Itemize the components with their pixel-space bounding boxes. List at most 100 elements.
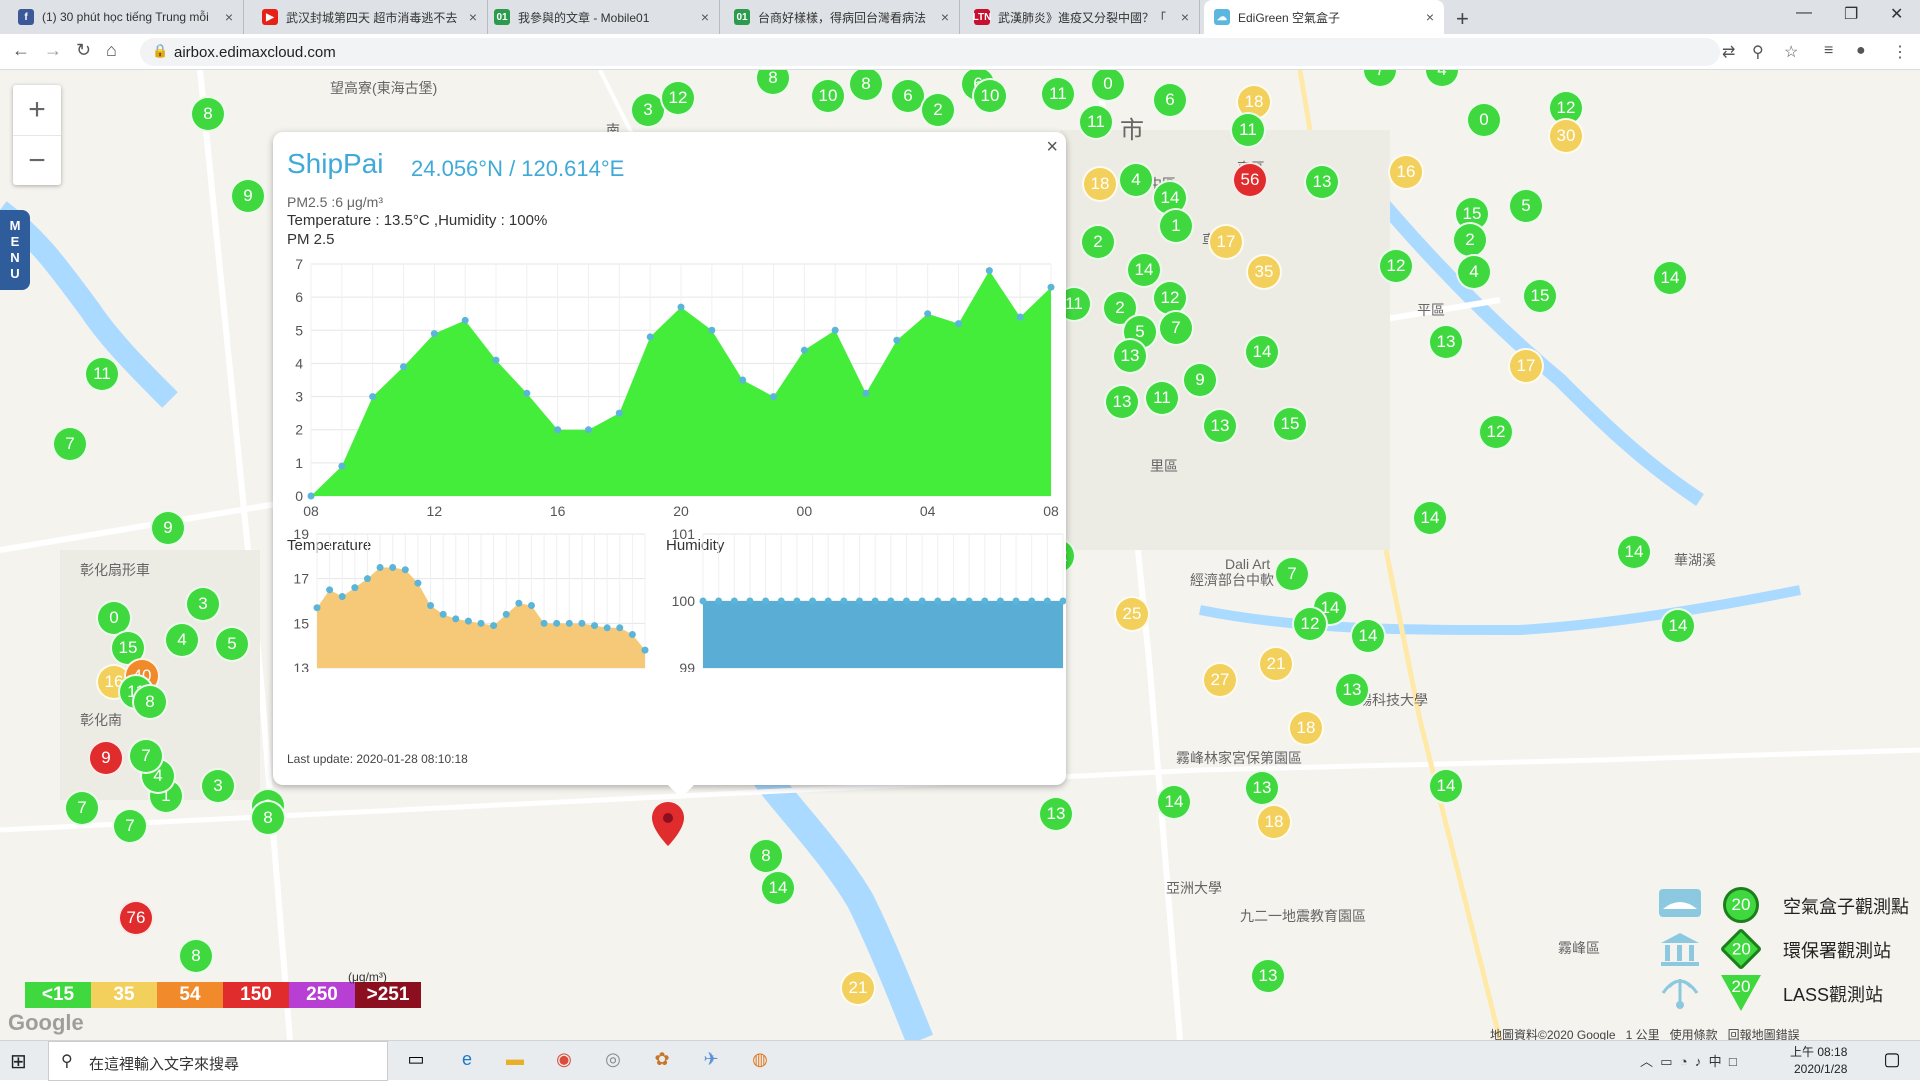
tab-6[interactable]: ☁ EdiGreen 空氣盒子 × [1204,0,1444,34]
station-marker[interactable]: 5 [214,626,250,662]
station-marker[interactable]: 14 [1244,334,1280,370]
station-marker[interactable]: 9 [230,178,266,214]
app-icon[interactable]: ✿ [650,1049,674,1073]
station-marker[interactable]: 11 [84,356,120,392]
new-tab-button[interactable]: + [1456,6,1469,32]
station-marker[interactable]: 8 [132,684,168,720]
station-marker[interactable]: 18 [1082,166,1118,202]
more-menu-icon[interactable]: ⋮ [1892,42,1908,62]
station-marker[interactable]: 10 [972,78,1008,114]
station-marker[interactable]: 17 [1208,224,1244,260]
home-icon[interactable]: ⌂ [106,40,117,61]
station-marker[interactable]: 15 [1272,406,1308,442]
station-marker[interactable]: 1 [1158,208,1194,244]
station-marker[interactable]: 4 [1118,162,1154,198]
close-tab-icon[interactable]: × [1181,9,1189,25]
station-marker[interactable]: 14 [1616,534,1652,570]
station-marker[interactable]: 10 [810,78,846,114]
windows-start-icon[interactable]: ⊞ [10,1049,27,1074]
file-explorer-icon[interactable]: ▬ [503,1049,527,1073]
station-marker[interactable]: 13 [1244,770,1280,806]
station-marker[interactable]: 14 [1126,252,1162,288]
station-marker[interactable]: 9 [88,740,124,776]
battery-icon[interactable]: ▭ [1660,1054,1672,1069]
station-marker[interactable]: 11 [1040,76,1076,112]
address-bar[interactable]: 🔒 airbox.edimaxcloud.com [140,38,1720,66]
station-marker[interactable]: 18 [1288,710,1324,746]
station-marker[interactable]: 14 [1350,618,1386,654]
tab-4[interactable]: 01 台商好樣樣，得病回台灣看病法 × [724,0,960,34]
station-marker[interactable]: 13 [1334,672,1370,708]
close-window-icon[interactable]: ✕ [1890,4,1903,24]
station-marker[interactable]: 8 [190,96,226,132]
station-marker[interactable]: 76 [118,900,154,936]
station-marker[interactable]: 11 [1230,112,1266,148]
station-marker[interactable]: 4 [1456,254,1492,290]
close-tab-icon[interactable]: × [469,9,477,25]
ime-indicator[interactable]: 中 [1709,1054,1722,1069]
station-marker[interactable]: 12 [1292,606,1328,642]
map-canvas[interactable]: 望高寮(東海古堡)南市中區東區車站平區里區彰化扇形車彰化南Dali Art霧峰林… [0,70,1920,1040]
station-marker[interactable]: 27 [1202,662,1238,698]
clock[interactable]: 上午 08:18 2020/1/28 [1790,1044,1847,1078]
station-marker[interactable]: 25 [1114,596,1150,632]
app-icon[interactable]: ✈ [699,1049,723,1073]
selected-location-pin-icon[interactable] [652,802,684,846]
station-marker[interactable]: 35 [1246,254,1282,290]
station-marker[interactable]: 13 [1202,408,1238,444]
station-marker[interactable]: 8 [748,838,784,874]
station-marker[interactable]: 16 [1388,154,1424,190]
station-marker[interactable]: 13 [1104,384,1140,420]
edge-icon[interactable]: e [455,1049,479,1073]
station-marker[interactable]: 7 [64,790,100,826]
forward-icon[interactable]: → [44,40,62,61]
tab-2[interactable]: ▶ 武汉封城第四天 超市消毒逃不去 × [252,0,488,34]
station-marker[interactable]: 7 [112,808,148,844]
station-marker[interactable]: 12 [1478,414,1514,450]
station-marker[interactable]: 8 [178,938,214,974]
menu-button[interactable]: M E N U [0,210,30,290]
station-marker[interactable]: 6 [1152,82,1188,118]
close-tab-icon[interactable]: × [941,9,949,25]
station-marker[interactable]: 11 [1144,380,1180,416]
tab-3[interactable]: 01 我參與的文章 - Mobile01 × [484,0,720,34]
station-marker[interactable]: 14 [1660,608,1696,644]
station-marker[interactable]: 2 [1452,222,1488,258]
terms-link[interactable]: 使用條款 [1670,1028,1718,1040]
zoom-in-button[interactable]: + [13,85,61,135]
station-marker[interactable]: 21 [1258,646,1294,682]
task-view-icon[interactable]: ▭ [404,1049,428,1073]
chevron-up-icon[interactable]: ︿ [1640,1054,1653,1069]
app-icon[interactable]: ◎ [601,1049,625,1073]
station-marker[interactable]: 9 [1182,362,1218,398]
close-tab-icon[interactable]: × [225,9,233,25]
speaker-icon[interactable]: ♪ [1695,1054,1702,1069]
station-marker[interactable]: 30 [1548,118,1584,154]
station-marker[interactable]: 14 [1156,784,1192,820]
station-marker[interactable]: 12 [660,80,696,116]
station-marker[interactable]: 13 [1112,338,1148,374]
station-marker[interactable]: 9 [150,510,186,546]
translate-icon[interactable]: ⇄ [1722,42,1735,62]
station-marker[interactable]: 14 [1428,768,1464,804]
station-marker[interactable]: 0 [1466,102,1502,138]
station-marker[interactable]: 17 [1508,348,1544,384]
station-marker[interactable]: 3 [185,586,221,622]
station-marker[interactable]: 8 [250,800,286,836]
station-marker[interactable]: 7 [1274,556,1310,592]
close-tab-icon[interactable]: × [1426,9,1434,25]
station-marker[interactable]: 7 [52,426,88,462]
close-icon[interactable]: × [1046,136,1058,159]
station-marker[interactable]: 2 [920,92,956,128]
profile-icon[interactable]: ● [1856,42,1866,60]
close-tab-icon[interactable]: × [701,9,709,25]
system-tray[interactable]: ︿ ▭ ◔ ♪ 中 □ [1640,1051,1737,1070]
reload-icon[interactable]: ↻ [76,40,91,61]
network-icon[interactable]: ◔ [1680,1054,1688,1069]
station-marker[interactable]: 13 [1250,958,1286,994]
station-marker[interactable]: 14 [1412,500,1448,536]
station-marker[interactable]: 4 [164,622,200,658]
station-marker[interactable]: 7 [128,738,164,774]
station-marker[interactable]: 13 [1428,324,1464,360]
station-marker[interactable]: 13 [1304,164,1340,200]
